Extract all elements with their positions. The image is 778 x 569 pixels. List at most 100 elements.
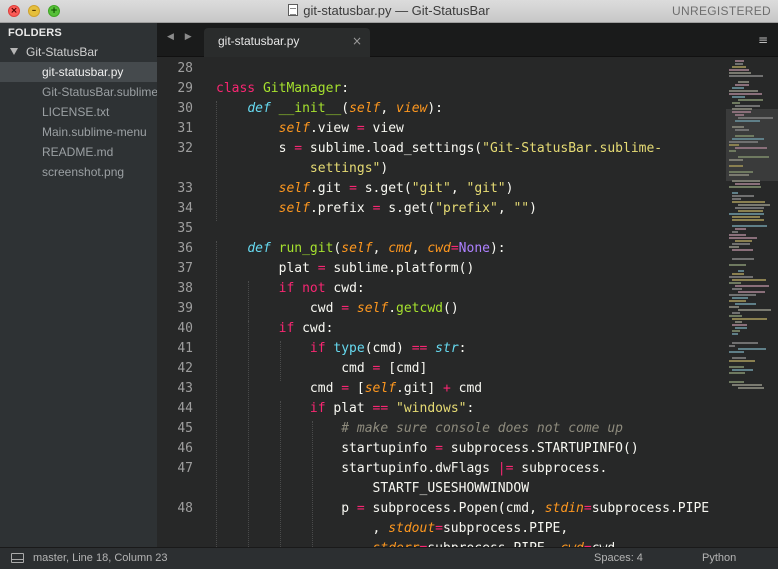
indent-guide [280,341,281,381]
line-number: 35 [177,221,193,236]
tab-close-icon[interactable]: × [352,34,362,48]
minimap-line [735,303,756,305]
minimap-line [735,120,760,122]
minimap-line [729,381,744,383]
minimap-line [729,144,739,146]
indent-guide [248,321,249,547]
line-number: 33 [177,181,193,196]
minimap-line [732,333,738,335]
line-number: 32 [177,141,193,156]
minimap-line [738,156,769,158]
minimap-line [729,282,741,284]
tab-label: git-statusbar.py [218,34,300,48]
minimap-line [735,207,764,209]
line-number: 36 [177,241,193,256]
sidebar-file-item[interactable]: git-statusbar.py [0,62,157,82]
minimap-line [729,360,755,362]
sidebar-file-item[interactable]: Main.sublime-menu [0,122,157,142]
code-line[interactable]: if cwd: [216,321,334,336]
code-line[interactable]: , stdout=subprocess.PIPE, [216,521,569,536]
minimap-line [732,96,745,98]
tab-nav-arrows-icon[interactable]: ◀ ▶ [167,32,196,42]
minimap-line [732,288,742,290]
window-title-area: git-statusbar.py — Git-StatusBar [0,3,778,18]
code-line[interactable]: cmd = [self.git] + cmd [216,381,482,396]
code-line[interactable]: def run_git(self, cmd, cwd=None): [216,241,505,256]
minimap-line [738,291,765,293]
syntax-selector[interactable]: Python [702,552,736,564]
minimap-line [729,276,753,278]
minimap-line [735,129,749,131]
line-number: 46 [177,441,193,456]
code-line[interactable]: self.view = view [216,121,404,136]
minimap-line [729,165,743,167]
minimap-line [729,294,756,296]
minimap-line [735,105,760,107]
minimap-line [738,204,770,206]
document-icon [288,4,299,16]
minimap-line [729,90,758,92]
minimap-line [729,306,739,308]
indent-guide [312,421,313,547]
minimap[interactable] [726,57,778,547]
line-number: 43 [177,381,193,396]
minimap-line [732,312,740,314]
minimap-line [729,69,749,71]
indent-guide [280,401,281,547]
sidebar-file-item[interactable]: screenshot.png [0,162,157,182]
code-line[interactable]: # make sure console does not come up [216,421,623,436]
panel-toggle-icon[interactable] [11,553,24,563]
minimap-line [729,72,751,74]
code-editor[interactable]: 28 29 30 31 32 33 34 35 36 37 38 39 40 41 42 43 44 45 46 47… [157,57,726,547]
line-number: 30 [177,101,193,116]
minimap-line [732,216,760,218]
minimap-line [732,273,744,275]
line-number: 40 [177,321,193,336]
minimap-line [735,114,744,116]
minimap-line [732,111,751,113]
hamburger-menu-icon[interactable]: ≡ [758,33,768,47]
sidebar-file-item[interactable]: README.md [0,142,157,162]
minimap-line [729,186,761,188]
minimap-line [729,264,746,266]
cursor-position: master, Line 18, Column 23 [33,552,168,564]
code-line[interactable]: def __init__(self, view): [216,101,443,116]
minimap-line [738,309,771,311]
minimap-line [732,324,747,326]
code-line[interactable]: if plat == "windows": [216,401,474,416]
code-line[interactable]: startupinfo.dwFlags |= subprocess. [216,461,607,476]
minimap-line [732,249,753,251]
code-line[interactable]: STARTF_USESHOWWINDOW [216,481,530,496]
indent-guide [248,281,249,321]
minimap-line [735,147,767,149]
status-bar: master, Line 18, Column 23 Spaces: 4 Pyt… [0,547,778,569]
folder-git-statusbar[interactable]: Git-StatusBar [10,45,98,59]
code-area[interactable]: class GitManager: def __init__(self, vie… [216,57,721,547]
code-line[interactable]: if not cwd: [216,281,365,296]
code-line[interactable]: plat = sublime.platform() [216,261,475,276]
minimap-line [732,195,754,197]
code-line[interactable]: p = subprocess.Popen(cmd, stdin=subproce… [216,501,709,516]
code-line[interactable]: cwd = self.getcwd() [216,301,459,316]
line-number: 41 [177,341,193,356]
code-line[interactable]: self.prefix = s.get("prefix", "") [216,201,537,216]
code-line[interactable]: class GitManager: [216,81,349,96]
sidebar-file-item[interactable]: Git-StatusBar.sublime-settings [0,82,157,102]
disclosure-triangle-icon[interactable] [10,48,18,55]
minimap-line [729,237,757,239]
minimap-line [729,159,743,161]
indentation-setting[interactable]: Spaces: 4 [594,552,643,564]
code-line[interactable]: settings") [216,161,388,176]
minimap-line [732,369,753,371]
code-line[interactable]: s = sublime.load_settings("Git-StatusBar… [216,141,663,156]
minimap-line [729,300,746,302]
sidebar-file-item[interactable]: LICENSE.txt [0,102,157,122]
code-line[interactable]: if type(cmd) == str: [216,341,467,356]
title-bar: × – + git-statusbar.py — Git-StatusBar U… [0,0,778,23]
license-status: UNREGISTERED [672,4,771,18]
line-number: 42 [177,361,193,376]
tab-git-statusbar-py[interactable]: git-statusbar.py × [204,28,370,57]
minimap-line [732,357,746,359]
code-line[interactable]: self.git = s.get("git", "git") [216,181,514,196]
line-number-gutter: 28 29 30 31 32 33 34 35 36 37 38 39 40 41 42 43 44 45 46 47… [157,57,204,547]
